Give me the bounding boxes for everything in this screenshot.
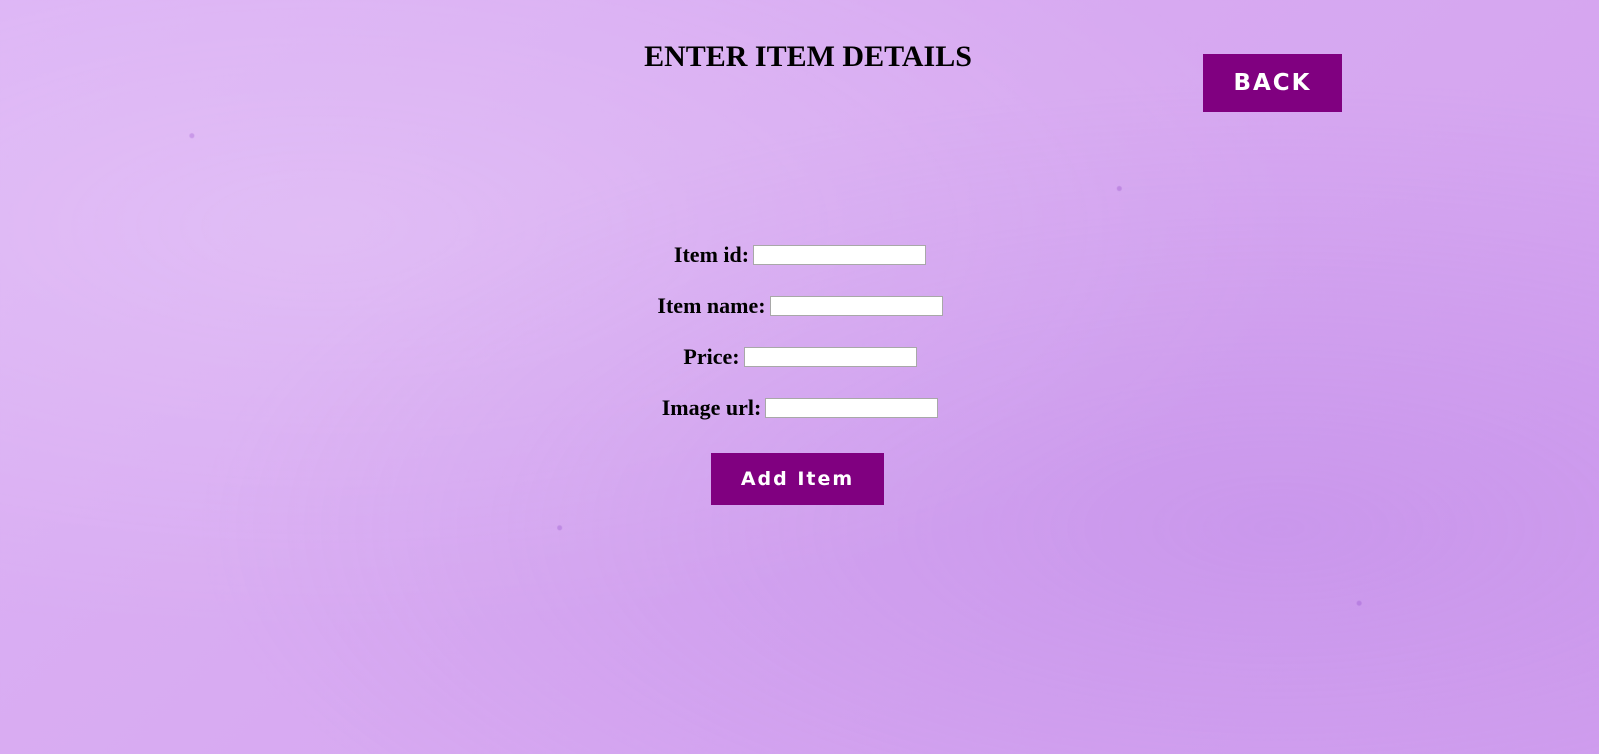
image-url-label: Image url: [661,394,762,420]
item-id-row: Item id: [0,240,1599,268]
item-id-input[interactable] [753,244,927,265]
item-name-input[interactable] [769,295,943,316]
add-item-button[interactable]: Add Item [711,453,884,505]
item-id-label: Item id: [673,241,750,267]
price-input[interactable] [743,346,917,367]
back-button[interactable]: BACK [1203,54,1342,112]
image-url-row: Image url: [0,393,1599,421]
item-name-row: Item name: [0,291,1599,319]
page-title: ENTER ITEM DETAILS [644,40,972,73]
image-url-input[interactable] [765,397,939,418]
price-row: Price: [0,342,1599,370]
price-label: Price: [683,343,740,369]
item-name-label: Item name: [657,292,766,318]
